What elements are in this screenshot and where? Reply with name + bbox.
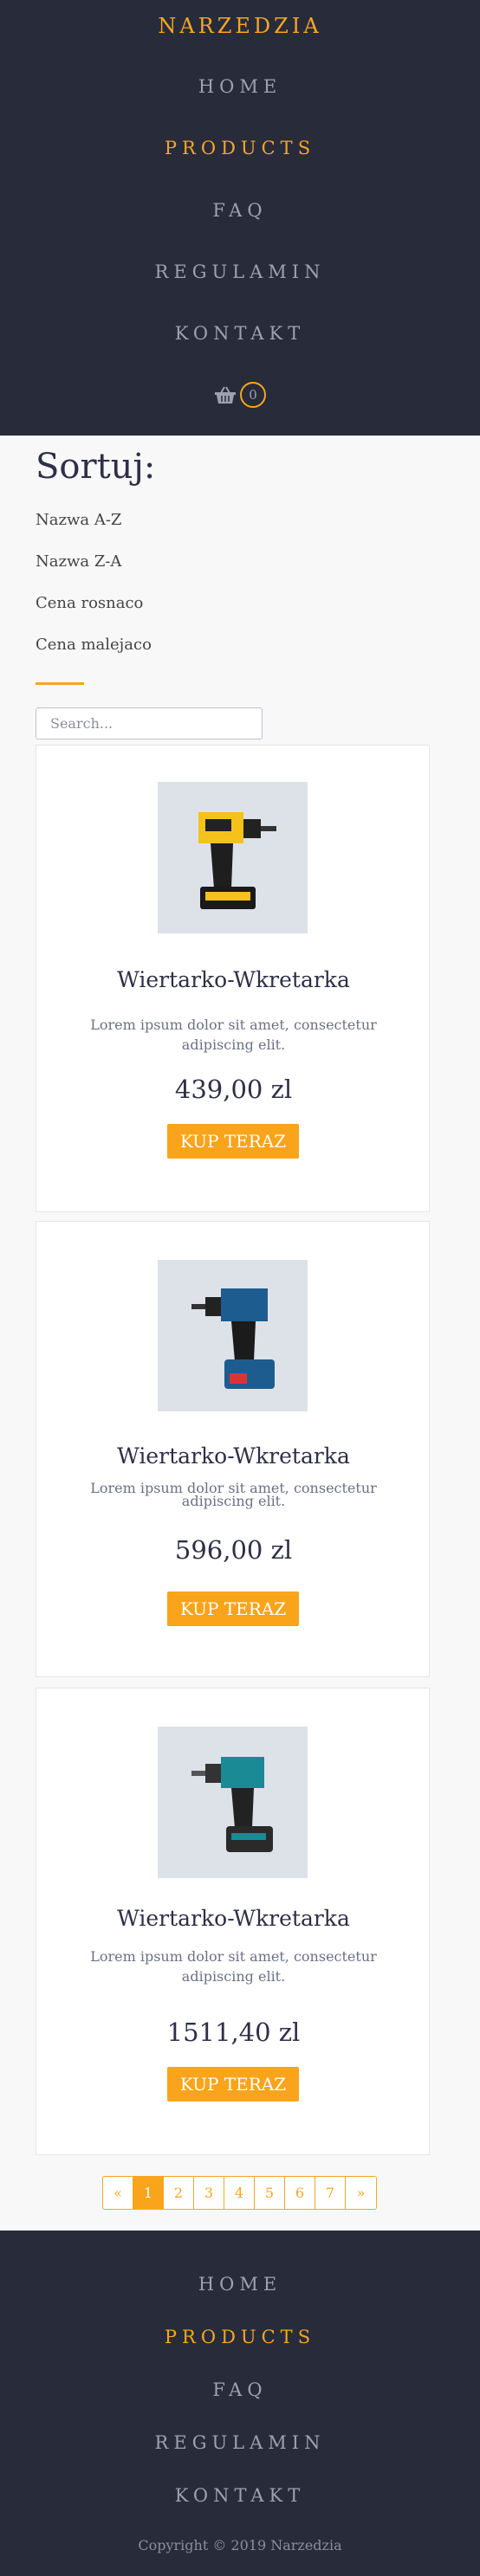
buy-now-button[interactable]: KUP TERAZ	[167, 1591, 299, 1626]
product-name[interactable]: Wiertarko-Wkretarka	[36, 1443, 431, 1469]
nav-faq[interactable]: FAQ	[0, 200, 480, 221]
product-price: 439,00 zl	[174, 1075, 293, 1104]
product-description: Lorem ipsum dolor sit amet, consectetur …	[90, 1948, 377, 1985]
nav-regulamin[interactable]: REGULAMIN	[0, 261, 480, 282]
sort-title: Sortuj:	[36, 447, 156, 487]
pagination-page-3[interactable]: 3	[194, 2177, 224, 2209]
product-description: Lorem ipsum dolor sit amet, consectetur …	[181, 1493, 286, 1509]
search-input[interactable]	[36, 707, 263, 739]
pagination-page-5[interactable]: 5	[255, 2177, 285, 2209]
pagination-page-1[interactable]: 1	[133, 2177, 164, 2209]
product-description: Lorem ipsum dolor sit amet, consectetur …	[90, 1017, 377, 1053]
basket-icon	[215, 386, 236, 404]
product-card: Wiertarko-Wkretarka Lorem ipsum dolor si…	[36, 1688, 430, 2155]
product-name[interactable]: Wiertarko-Wkretarka	[36, 967, 431, 992]
drill-icon	[198, 811, 276, 909]
copyright-text: Copyright © 2019 Narzedzia	[138, 2537, 342, 2553]
footer-nav-home[interactable]: HOME	[0, 2274, 480, 2295]
footer-nav-products[interactable]: PRODUCTS	[0, 2327, 480, 2347]
product-name[interactable]: Wiertarko-Wkretarka	[36, 1906, 431, 1931]
product-image[interactable]	[158, 782, 308, 933]
pagination-prev[interactable]: «	[103, 2177, 133, 2209]
product-card: Wiertarko-Wkretarka Lorem ipsum dolor si…	[36, 1221, 430, 1677]
footer-nav-kontakt[interactable]: KONTAKT	[0, 2485, 480, 2506]
product-card: Wiertarko-Wkretarka Lorem ipsum dolor si…	[36, 745, 430, 1212]
product-price: 1511,40 zl	[166, 2018, 301, 2047]
footer-nav-faq[interactable]: FAQ	[0, 2379, 480, 2400]
cart-count-badge: 0	[240, 382, 266, 408]
drill-icon	[191, 1756, 273, 1852]
nav-kontakt[interactable]: KONTAKT	[0, 323, 480, 344]
pagination-next[interactable]: »	[346, 2177, 376, 2209]
nav-home[interactable]: HOME	[0, 76, 480, 97]
site-footer: HOME PRODUCTS FAQ REGULAMIN KONTAKT Copy…	[0, 2231, 480, 2576]
pagination-page-6[interactable]: 6	[285, 2177, 315, 2209]
sort-name-desc[interactable]: Nazwa Z-A	[36, 552, 121, 571]
sort-divider	[36, 682, 84, 685]
buy-now-button[interactable]: KUP TERAZ	[167, 1124, 299, 1159]
sort-name-asc[interactable]: Nazwa A-Z	[36, 511, 121, 529]
pagination: « 1 2 3 4 5 6 7 »	[102, 2176, 377, 2210]
product-image[interactable]	[158, 1727, 308, 1878]
footer-nav-regulamin[interactable]: REGULAMIN	[0, 2432, 480, 2453]
product-price: 596,00 zl	[174, 1535, 293, 1565]
pagination-page-4[interactable]: 4	[224, 2177, 255, 2209]
sort-price-asc[interactable]: Cena rosnaco	[36, 594, 143, 612]
pagination-page-7[interactable]: 7	[315, 2177, 346, 2209]
site-brand[interactable]: NARZEDZIA	[0, 14, 480, 38]
sort-price-desc[interactable]: Cena malejaco	[36, 636, 152, 654]
buy-now-button[interactable]: KUP TERAZ	[167, 2067, 299, 2101]
nav-products[interactable]: PRODUCTS	[0, 138, 480, 158]
site-header: NARZEDZIA HOME PRODUCTS FAQ REGULAMIN KO…	[0, 0, 480, 436]
pagination-page-2[interactable]: 2	[164, 2177, 194, 2209]
cart-button[interactable]: 0	[0, 382, 480, 408]
drill-icon	[191, 1288, 275, 1389]
product-image[interactable]	[158, 1260, 308, 1411]
